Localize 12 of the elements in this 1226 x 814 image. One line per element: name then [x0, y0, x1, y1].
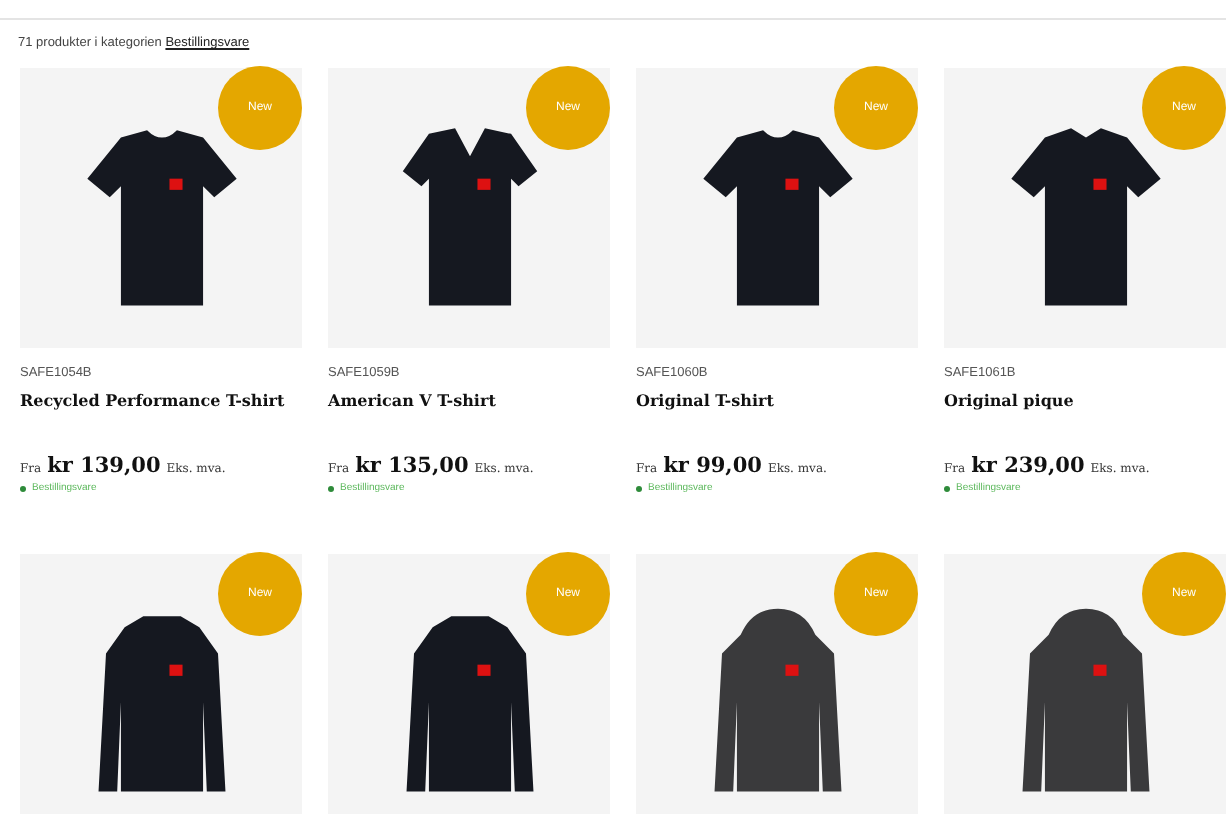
product-title[interactable]: American V T-shirt — [328, 390, 610, 410]
stock-status-icon — [944, 485, 950, 491]
stock-status-icon — [328, 485, 334, 491]
stock-status-icon — [20, 485, 26, 491]
price-amount: kr 135,00 — [355, 454, 469, 478]
product-title[interactable]: Original T-shirt — [636, 390, 918, 410]
price-amount: kr 99,00 — [663, 454, 762, 478]
product-title[interactable]: Original pique — [944, 390, 1226, 410]
stock-status-icon — [636, 485, 642, 491]
price-amount: kr 239,00 — [971, 454, 1085, 478]
product-title[interactable]: Recycled Performance T-shirt — [20, 390, 302, 410]
price-amount: kr 139,00 — [47, 454, 161, 478]
